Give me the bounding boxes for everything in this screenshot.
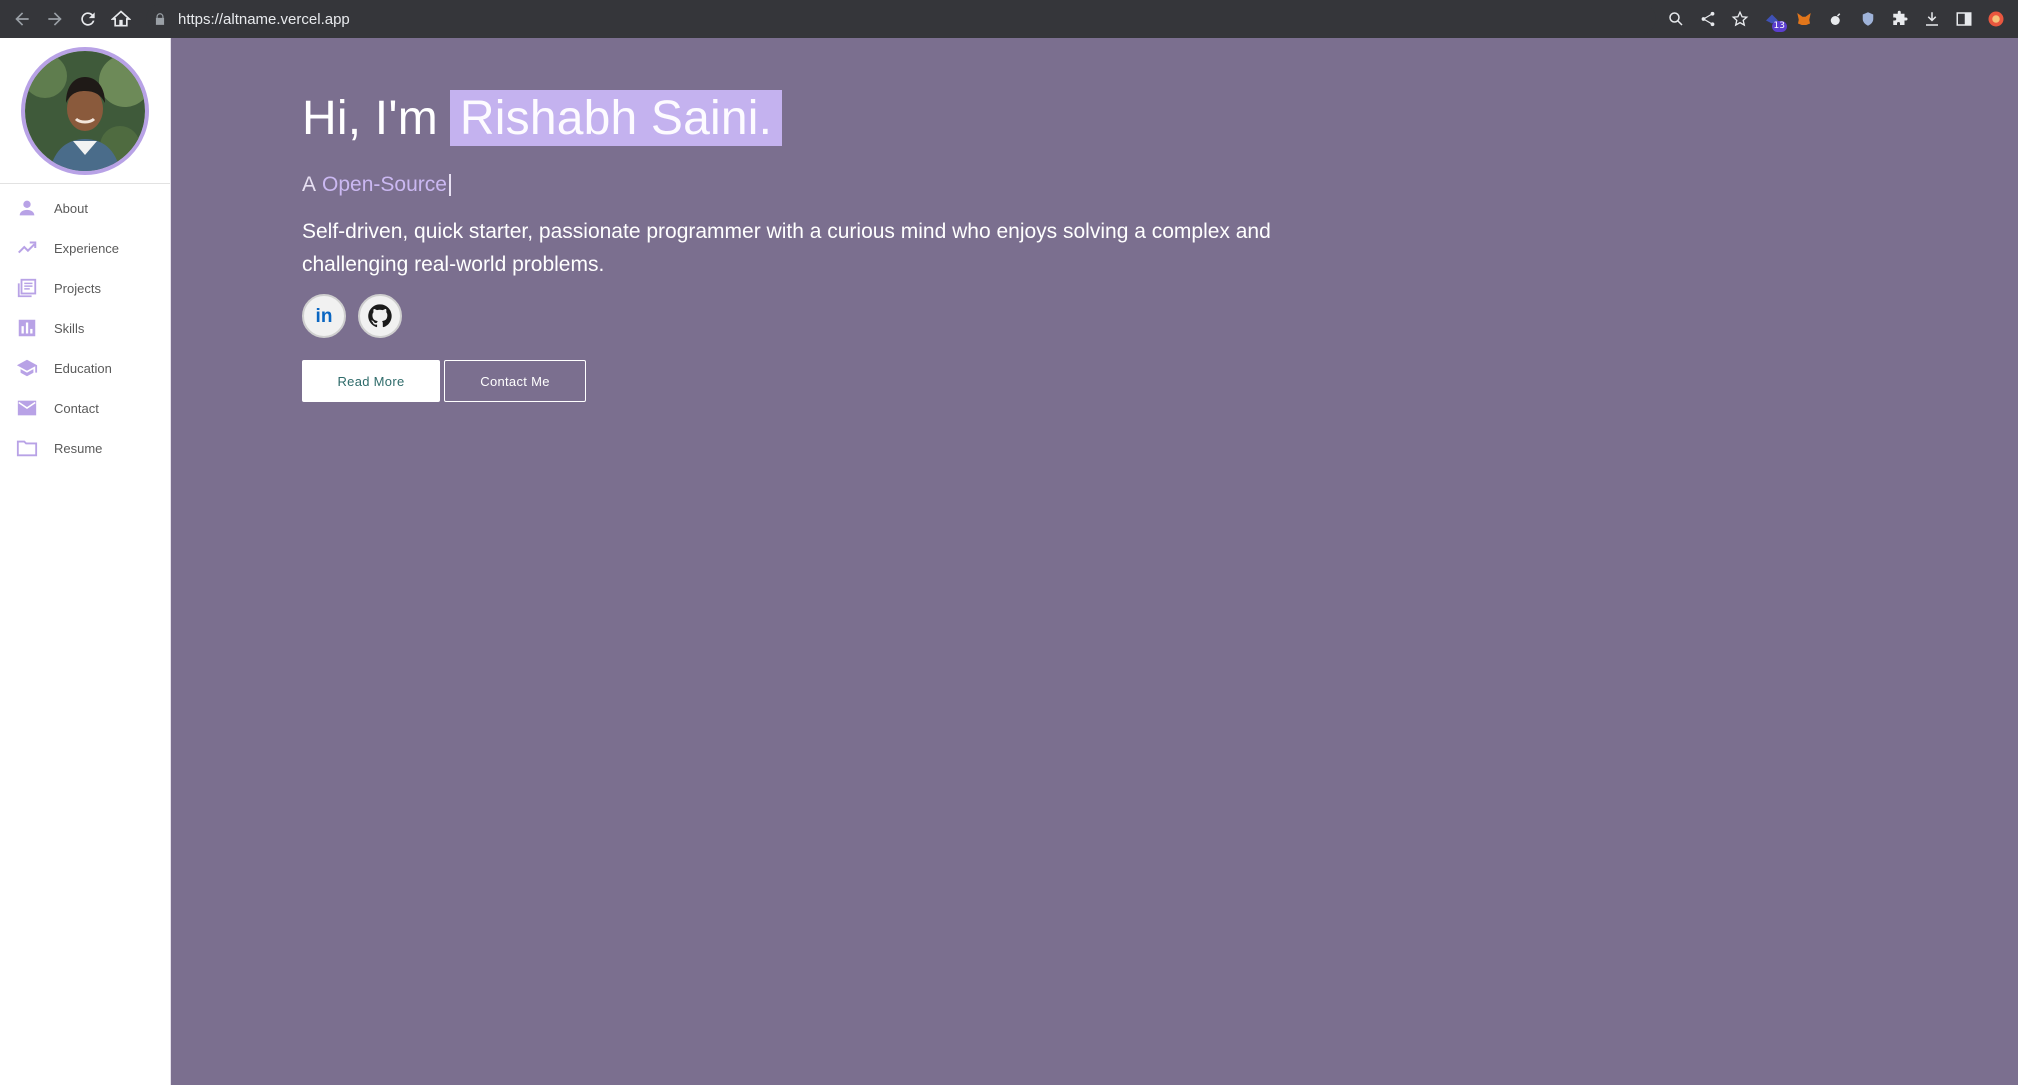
profile-photo-icon <box>25 50 145 171</box>
sidebar: About Experience Projects Skills Educati… <box>0 38 171 1085</box>
home-button[interactable] <box>105 3 137 35</box>
profile-avatar-icon <box>1988 11 2004 27</box>
back-button[interactable] <box>6 3 38 35</box>
shield-icon <box>1862 12 1874 26</box>
back-arrow-icon <box>15 12 29 26</box>
avatar <box>21 46 149 175</box>
sidebar-item-resume[interactable]: Resume <box>0 428 170 468</box>
github-icon <box>368 304 392 328</box>
extension-badge: 13 <box>1771 21 1787 32</box>
sidebar-item-experience[interactable]: Experience <box>0 228 170 268</box>
mail-icon <box>16 397 38 419</box>
contact-me-button[interactable]: Contact Me <box>444 360 586 402</box>
typed-role: Open-Source <box>322 173 447 196</box>
forward-arrow-icon <box>48 12 62 26</box>
side-panel-button[interactable] <box>1948 3 1980 35</box>
avatar-section <box>0 38 170 184</box>
sidebar-item-projects[interactable]: Projects <box>0 268 170 308</box>
sidebar-item-label: Resume <box>54 440 103 456</box>
folder-icon <box>16 437 38 459</box>
profile-button[interactable] <box>1980 3 2012 35</box>
trending-up-icon <box>16 237 38 259</box>
bomb-extension-button[interactable] <box>1820 3 1852 35</box>
hero-name: Rishabh Saini. <box>449 90 783 146</box>
star-icon <box>1731 10 1749 27</box>
hero-description: Self-driven, quick starter, passionate p… <box>302 220 1271 276</box>
reload-icon <box>81 12 95 26</box>
hero-subtitle: A Open-Source <box>302 172 1402 198</box>
hero-actions: Read More Contact Me <box>302 360 1402 402</box>
sidebar-nav: About Experience Projects Skills Educati… <box>0 184 170 468</box>
side-panel-icon <box>1956 12 1972 26</box>
sidebar-item-contact[interactable]: Contact <box>0 388 170 428</box>
reload-button[interactable] <box>72 3 104 35</box>
social-links: in <box>302 294 1402 338</box>
person-icon <box>16 197 38 219</box>
zoom-button[interactable] <box>1660 3 1692 35</box>
sidebar-item-label: Skills <box>54 320 85 336</box>
extensions-menu-button[interactable] <box>1884 3 1916 35</box>
sidebar-item-education[interactable]: Education <box>0 348 170 388</box>
github-button[interactable] <box>358 294 402 338</box>
sidebar-item-label: Projects <box>54 280 101 296</box>
bar-chart-icon <box>16 317 38 339</box>
sidebar-item-label: Contact <box>54 400 99 416</box>
sidebar-item-label: About <box>54 200 88 216</box>
sidebar-item-skills[interactable]: Skills <box>0 308 170 348</box>
extension-button[interactable]: 13 <box>1756 3 1788 35</box>
download-icon <box>1926 12 1938 26</box>
share-icon <box>1701 11 1715 27</box>
bookmark-button[interactable] <box>1724 3 1756 35</box>
typing-caret <box>448 174 451 196</box>
browser-toolbar: https://altname.vercel.app 13 <box>0 0 2018 38</box>
read-more-button[interactable]: Read More <box>302 360 440 402</box>
sidebar-item-about[interactable]: About <box>0 188 170 228</box>
library-books-icon <box>16 277 38 299</box>
lock-icon <box>150 9 170 29</box>
linkedin-icon: in <box>316 306 333 327</box>
forward-button[interactable] <box>39 3 71 35</box>
main-content: Hi, I'm Rishabh Saini. A Open-Source Sel… <box>171 38 2018 1085</box>
downloads-button[interactable] <box>1916 3 1948 35</box>
fox-icon <box>1797 13 1811 25</box>
metamask-extension-button[interactable] <box>1788 3 1820 35</box>
hero-section: Hi, I'm Rishabh Saini. A Open-Source Sel… <box>302 90 1402 402</box>
shield-extension-button[interactable] <box>1852 3 1884 35</box>
svg-text:in: in <box>316 306 333 327</box>
role-prefix: A <box>302 173 317 196</box>
school-icon <box>16 357 38 379</box>
sidebar-item-label: Experience <box>54 240 120 256</box>
puzzle-icon <box>1893 10 1908 25</box>
zoom-icon <box>1669 12 1683 26</box>
home-icon <box>111 10 131 27</box>
url-text: https://altname.vercel.app <box>178 10 350 28</box>
bomb-icon <box>1830 13 1841 25</box>
hero-greeting: Hi, I'm <box>302 91 438 145</box>
hero-title: Hi, I'm Rishabh Saini. <box>302 90 1402 146</box>
address-bar[interactable]: https://altname.vercel.app <box>146 4 1656 34</box>
linkedin-button[interactable]: in <box>302 294 346 338</box>
sidebar-item-label: Education <box>54 360 112 376</box>
share-button[interactable] <box>1692 3 1724 35</box>
